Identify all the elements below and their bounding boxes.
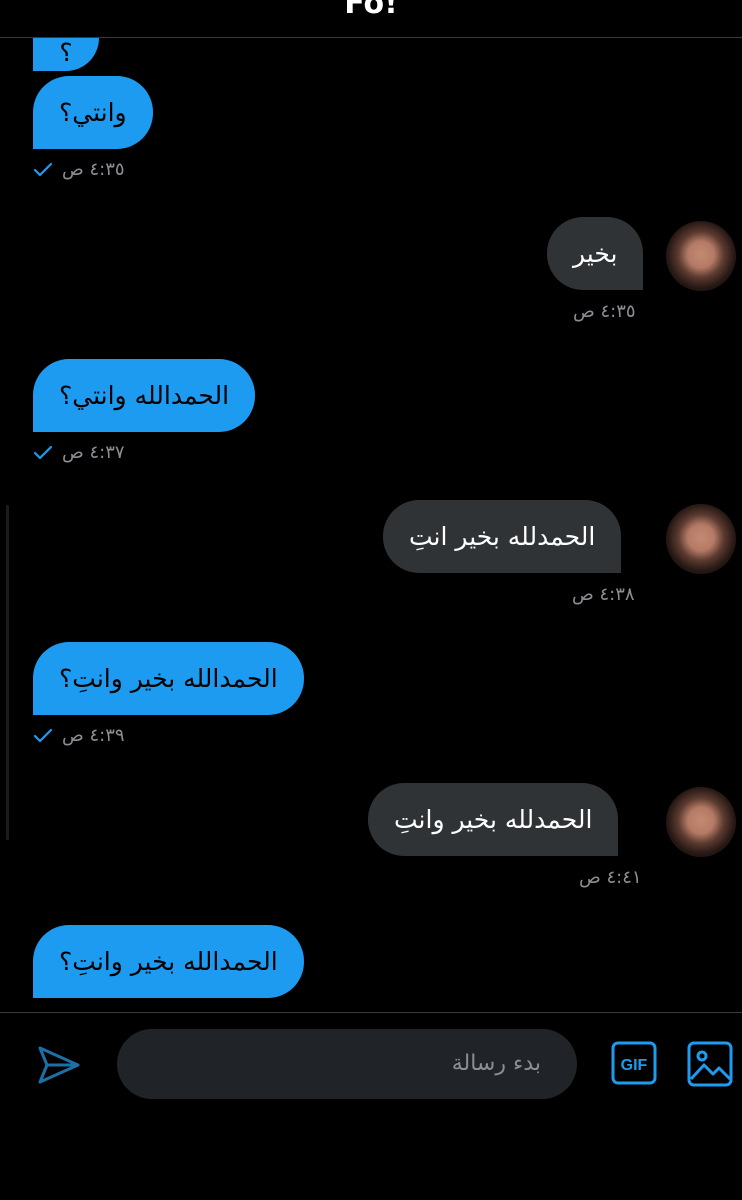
received-message-bubble[interactable]: الحمدلله بخير وانتِ — [368, 783, 619, 856]
sent-message-bubble[interactable]: وانتي؟ — [33, 76, 153, 149]
gif-icon[interactable]: GIF — [611, 1041, 657, 1085]
message-list: ؟ وانتي؟ ٤:٣٥ ص بخير ٤:٣٥ ص الحمدالله وا… — [0, 38, 742, 1010]
composer-divider — [0, 1012, 742, 1013]
gif-label: GIF — [621, 1057, 648, 1074]
image-icon[interactable] — [687, 1041, 733, 1087]
contact-avatar[interactable] — [666, 504, 736, 574]
received-message-bubble[interactable]: بخير — [547, 217, 644, 290]
conversation-title[interactable]: Fo! — [0, 0, 742, 21]
received-message-bubble[interactable]: الحمدلله بخير انتِ — [383, 500, 622, 573]
sent-message-bubble[interactable]: ؟ — [33, 38, 99, 71]
check-icon — [33, 728, 53, 743]
check-icon — [33, 445, 53, 460]
check-icon — [33, 162, 53, 177]
message-timestamp: ٤:٣٧ ص — [62, 442, 125, 463]
contact-avatar[interactable] — [666, 221, 736, 291]
send-icon[interactable] — [36, 1042, 82, 1088]
sent-message-bubble[interactable]: الحمدالله وانتي؟ — [33, 359, 256, 432]
sent-message-bubble[interactable]: الحمدالله بخير وانتِ؟ — [33, 642, 304, 715]
message-timestamp: ٤:٣٨ ص — [572, 584, 635, 605]
message-timestamp: ٤:٤١ ص — [579, 867, 642, 888]
chat-header: Fo! — [0, 0, 742, 38]
sent-message-bubble[interactable]: الحمدالله بخير وانتِ؟ — [33, 925, 304, 998]
contact-avatar[interactable] — [666, 787, 736, 857]
message-input-placeholder: بدء رسالة — [451, 1051, 541, 1076]
message-timestamp: ٤:٣٥ ص — [62, 159, 125, 180]
message-timestamp: ٤:٣٩ ص — [62, 725, 125, 746]
message-timestamp: ٤:٣٥ ص — [573, 301, 636, 322]
message-input[interactable]: بدء رسالة — [117, 1029, 577, 1099]
